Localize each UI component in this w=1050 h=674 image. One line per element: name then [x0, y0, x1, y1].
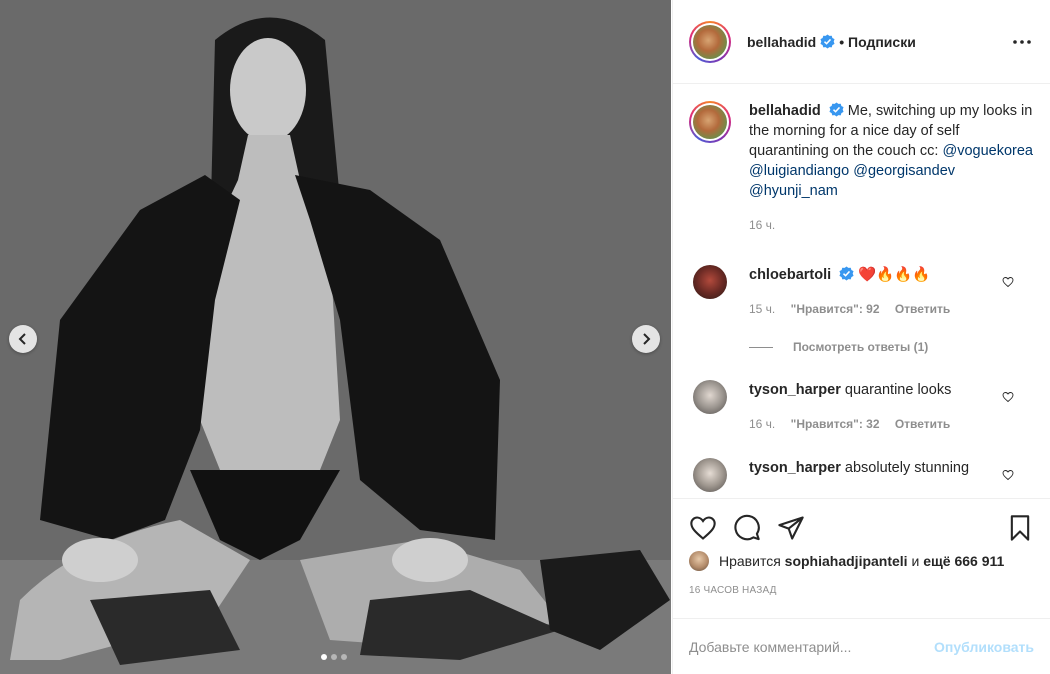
verified-icon — [839, 266, 854, 281]
mention-link[interactable]: @hyunji_nam — [749, 183, 838, 199]
more-options-button[interactable] — [1010, 30, 1034, 54]
comment-likes[interactable]: "Нравится": 92 — [791, 302, 880, 316]
likes-count[interactable]: ещё 666 911 — [923, 553, 1004, 569]
share-icon[interactable] — [777, 514, 805, 542]
commenter-avatar[interactable] — [693, 380, 727, 414]
mention-link[interactable]: @voguekorea — [942, 143, 1033, 159]
comment-input[interactable] — [689, 638, 935, 655]
heart-icon[interactable] — [1002, 391, 1014, 403]
comment-text: absolutely stunning — [844, 460, 970, 476]
carousel-dot — [321, 654, 327, 660]
likes-conj: и — [911, 553, 920, 569]
caption-username[interactable]: bellahadid — [749, 103, 821, 119]
author-username[interactable]: bellahadid — [747, 34, 816, 50]
caption-avatar[interactable] — [689, 101, 731, 143]
post-caption: bellahadid Me, switching up my looks in … — [673, 85, 1050, 235]
comment-text: ❤️🔥🔥🔥 — [858, 267, 931, 283]
reply-button[interactable]: Ответить — [895, 302, 950, 316]
comment-likes[interactable]: "Нравится": 32 — [791, 417, 880, 431]
post-time[interactable]: 16 ЧАСОВ НАЗАД — [689, 585, 1034, 596]
caption-time: 16 ч. — [749, 218, 776, 232]
chevron-left-icon — [18, 333, 26, 345]
chevron-right-icon — [643, 333, 651, 345]
comment-time: 15 ч. — [749, 302, 776, 316]
comment-username[interactable]: chloebartoli — [749, 267, 831, 283]
comment-text: quarantine looks — [844, 382, 952, 398]
post-actions: Нравится sophiahadjipanteli и ещё 666 91… — [673, 498, 1050, 596]
publish-button[interactable]: Опубликовать — [934, 639, 1034, 655]
carousel-indicator — [321, 654, 347, 660]
carousel-dot — [331, 654, 337, 660]
bookmark-icon[interactable] — [1006, 514, 1034, 542]
commenter-avatar[interactable] — [693, 265, 727, 299]
verified-icon — [820, 34, 835, 49]
likes-prefix: Нравится — [719, 553, 781, 569]
mention-link[interactable]: @georgisandev — [853, 163, 955, 179]
comment-form: Опубликовать — [673, 618, 1050, 674]
comments-list[interactable]: bellahadid Me, switching up my looks in … — [673, 85, 1050, 498]
mention-link[interactable]: @luigiandiango — [749, 163, 849, 179]
comment-icon[interactable] — [733, 514, 761, 542]
post-photo[interactable] — [0, 0, 671, 674]
comment-time: 16 ч. — [749, 417, 776, 431]
liker-username[interactable]: sophiahadjipanteli — [785, 553, 908, 569]
view-replies-button[interactable]: Посмотреть ответы (1) — [749, 340, 928, 354]
photo-illustration — [0, 0, 671, 674]
heart-icon[interactable] — [1002, 276, 1014, 288]
commenter-avatar[interactable] — [693, 458, 727, 492]
view-replies-label: Посмотреть ответы (1) — [793, 340, 929, 354]
comment-username[interactable]: tyson_harper — [749, 460, 841, 476]
verified-icon — [829, 102, 844, 117]
comment-item: tyson_harper absolutely stunning — [673, 458, 1050, 492]
follow-status-button[interactable]: • Подписки — [839, 34, 916, 50]
post-sidebar: bellahadid • Подписки bellahadid Me, swi… — [672, 0, 1050, 674]
likes-summary: Нравится sophiahadjipanteli и ещё 666 91… — [689, 551, 1034, 571]
author-avatar[interactable] — [689, 20, 731, 63]
carousel-next-button[interactable] — [632, 325, 660, 353]
more-icon — [1013, 39, 1031, 44]
heart-icon[interactable] — [689, 514, 717, 542]
carousel-dot — [341, 654, 347, 660]
comment-username[interactable]: tyson_harper — [749, 382, 841, 398]
comment-item: chloebartoli ❤️🔥🔥🔥 15 ч. "Нравится": 92 … — [673, 265, 1050, 319]
reply-button[interactable]: Ответить — [895, 417, 950, 431]
liker-avatar[interactable] — [689, 551, 709, 571]
comment-item: tyson_harper quarantine looks 16 ч. "Нра… — [673, 380, 1050, 434]
heart-icon[interactable] — [1002, 469, 1014, 481]
carousel-prev-button[interactable] — [9, 325, 37, 353]
post-header: bellahadid • Подписки — [673, 0, 1050, 84]
